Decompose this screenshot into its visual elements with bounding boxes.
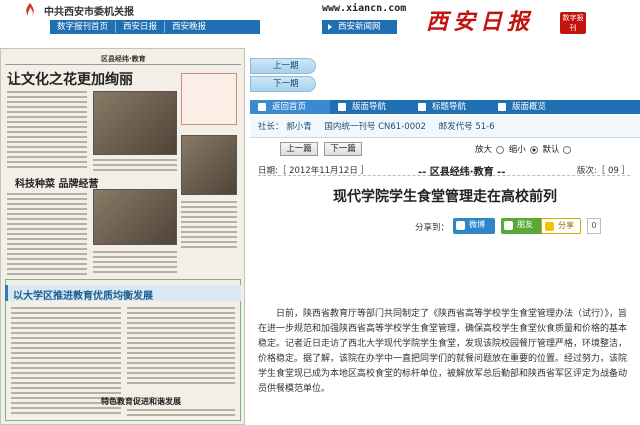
tab-page-nav[interactable]: 版面导航 [330, 100, 410, 114]
top-nav: 数字报刊首页 西安日报 西安晚报 [50, 20, 260, 34]
paper-photo[interactable] [93, 189, 177, 245]
paper-headline-bottom[interactable]: 特色教育促进和谐发展 [101, 396, 181, 407]
paper-headline-blue[interactable]: 以大学区推进教育优质均衡发展 [13, 287, 153, 302]
brand-wordmark: 西安日报 [426, 9, 535, 35]
paper-page-name: 区县经纬·教育 [101, 55, 146, 63]
paper-text-block[interactable] [181, 201, 237, 251]
site-header: 中共西安市委机关报 www.xiancn.com 数字报刊首页 西安日报 西安晚… [0, 0, 640, 38]
paper-text-block[interactable] [127, 307, 235, 387]
paper-text-block[interactable] [7, 193, 87, 278]
issue-date: 日期:［ 2012年11月12日 ］ [258, 166, 370, 176]
font-large-label[interactable]: 放大 [475, 145, 492, 155]
paper-photo[interactable] [93, 91, 177, 155]
article-title: 现代学院学生食堂管理走在高校前列 [333, 189, 557, 205]
font-default-radio[interactable] [563, 145, 572, 154]
article-body: 日前，陕西省教育厅等部门共同制定了《陕西省高等学校学生食堂管理办法（试行）》，旨… [258, 309, 628, 394]
site-url[interactable]: www.xiancn.com [322, 3, 406, 14]
share-more-button[interactable]: 分享 [541, 218, 581, 234]
article-toolbar: 上一篇 下一篇 放大 缩小 默认 [280, 141, 620, 157]
next-issue-button[interactable]: 下一期 [250, 76, 316, 92]
site-title: 中共西安市委机关报 [44, 7, 134, 18]
next-article-button[interactable]: 下一篇 [324, 142, 362, 156]
page-version: 版次:［ 09 ］ [576, 166, 630, 176]
postal-code: 邮发代号 51-6 [438, 122, 495, 132]
newspaper-page-thumbnail[interactable]: 区县经纬·教育 让文化之花更加绚丽 科技种菜 品牌经营 以大学区推进教育优质均衡… [0, 48, 245, 425]
section-name: -- 区县经纬·教育 -- [418, 167, 506, 178]
nav-item-digital-home[interactable]: 数字报刊首页 [50, 21, 117, 33]
paper-sidebar-box[interactable] [181, 73, 237, 125]
publisher-editor: 社长： 郝小青 [258, 122, 312, 132]
nav-item-xiancn[interactable]: 西安新闻网 [322, 20, 397, 34]
prev-issue-button[interactable]: 上一期 [250, 58, 316, 74]
page-nav-tabs: 返回首页 版面导航 标题导航 版面概览 [250, 100, 640, 114]
issue-pager: 上一期 下一期 [250, 58, 316, 94]
brand-badge: 数字报刊 [560, 12, 586, 34]
publication-info: 社长： 郝小青 国内统一刊号 CN61-0002 邮发代号 51-6 [250, 116, 640, 138]
flame-logo-icon [26, 3, 34, 16]
prev-article-button[interactable]: 上一篇 [280, 142, 318, 156]
brand-logo: 西安日报 数字报刊 [418, 2, 596, 38]
font-small-radio[interactable] [529, 145, 538, 154]
font-default-label[interactable]: 默认 [542, 145, 559, 155]
paper-photo[interactable] [181, 135, 237, 195]
paper-text-block[interactable] [93, 251, 177, 276]
share-count: 0 [587, 218, 601, 234]
paper-headline-second[interactable]: 科技种菜 品牌经营 [15, 175, 98, 190]
nav-item-xian-daily[interactable]: 西安日报 [116, 21, 166, 33]
paper-text-block[interactable] [7, 91, 87, 171]
font-small-label[interactable]: 缩小 [509, 145, 526, 155]
tab-page-overview[interactable]: 版面概览 [490, 100, 570, 114]
share-weibo-button[interactable]: 微博 [453, 218, 495, 234]
tab-title-nav[interactable]: 标题导航 [410, 100, 490, 114]
paper-masthead: 区县经纬·教育 [5, 53, 241, 65]
tab-home[interactable]: 返回首页 [250, 100, 330, 114]
paper-text-block[interactable] [127, 409, 235, 419]
nav-item-xian-evening[interactable]: 西安晚报 [165, 21, 213, 33]
font-size-options: 放大 缩小 默认 [475, 143, 573, 155]
article-dateline: 日期:［ 2012年11月12日 ］ -- 区县经纬·教育 -- 版次:［ 09… [258, 162, 630, 178]
font-large-radio[interactable] [496, 145, 505, 154]
publication-code: 国内统一刊号 CN61-0002 [324, 122, 426, 132]
paper-text-block[interactable] [93, 159, 177, 174]
share-label: 分享到： [415, 223, 450, 233]
paper-headline-main[interactable]: 让文化之花更加绚丽 [7, 69, 133, 89]
